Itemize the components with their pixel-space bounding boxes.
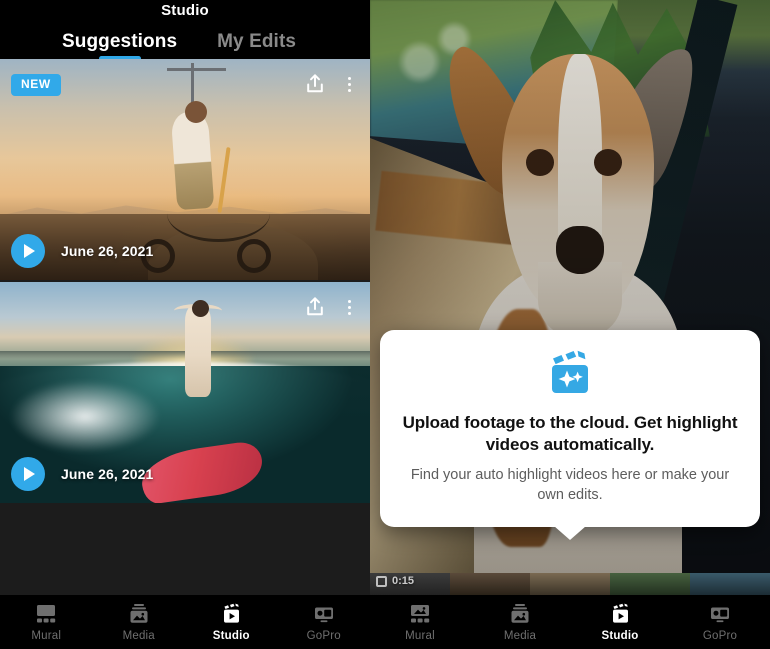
right-screen: 0:15 Upload footage to the cloud. Get hi… (370, 0, 770, 649)
suggestions-list: NEW June 26, 2021 June 26, 2021 (0, 59, 370, 595)
nav-label-studio: Studio (212, 629, 250, 642)
header: Studio Suggestions My Edits (0, 0, 370, 61)
studio-clapperboard-icon (224, 603, 240, 623)
nav-item-media[interactable]: Media (93, 603, 186, 642)
mural-collage-icon (411, 604, 430, 622)
left-screen: Studio Suggestions My Edits NEW June 26,… (0, 0, 370, 649)
nav-item-gopro[interactable]: GoPro (670, 603, 770, 642)
nav-item-gopro[interactable]: GoPro (278, 603, 371, 642)
new-badge: NEW (11, 74, 61, 96)
card-date: June 26, 2021 (61, 243, 154, 259)
nav-item-media[interactable]: Media (470, 603, 570, 642)
play-icon[interactable] (11, 234, 45, 268)
filmstrip (370, 573, 770, 595)
clip-duration-label: 0:15 (392, 575, 415, 587)
card-actions (305, 73, 356, 95)
card-footer: June 26, 2021 (11, 234, 153, 268)
card-actions (305, 296, 356, 318)
card-date: June 26, 2021 (61, 466, 154, 482)
studio-clapperboard-sparkle-icon (402, 350, 738, 398)
card-footer: June 26, 2021 (11, 457, 153, 491)
nav-item-mural[interactable]: Mural (370, 603, 470, 642)
nav-label-gopro: GoPro (306, 629, 341, 642)
nav-label-studio: Studio (601, 629, 639, 642)
gopro-camera-icon (314, 607, 333, 622)
bottom-navigation: Mural Media Studio GoPro (0, 595, 370, 649)
tab-suggestions[interactable]: Suggestions (62, 30, 178, 61)
play-icon[interactable] (11, 457, 45, 491)
bottom-navigation: Mural Media Studio GoPro (370, 595, 770, 649)
clip-duration: 0:15 (376, 575, 414, 587)
more-vertical-icon[interactable] (343, 297, 356, 318)
media-stack-icon (511, 603, 529, 623)
nav-label-media: Media (122, 629, 155, 642)
tab-my-edits[interactable]: My Edits (217, 30, 296, 59)
tab-my-edits-label: My Edits (217, 31, 297, 52)
nav-item-mural[interactable]: Mural (0, 603, 93, 642)
share-upload-icon[interactable] (305, 73, 325, 95)
media-stack-icon (130, 603, 148, 623)
suggestion-card[interactable]: NEW June 26, 2021 (0, 59, 370, 280)
nav-item-studio[interactable]: Studio (185, 603, 278, 642)
studio-clapperboard-icon (613, 603, 628, 623)
page-title: Studio (161, 2, 209, 19)
app-root: Studio Suggestions My Edits NEW June 26,… (0, 0, 770, 649)
nav-label-gopro: GoPro (702, 629, 738, 642)
list-empty-space (0, 503, 370, 595)
nav-label-media: Media (503, 629, 537, 642)
mural-collage-icon (37, 604, 56, 622)
nav-item-studio[interactable]: Studio (570, 603, 670, 642)
tooltip-body: Find your auto highlight videos here or … (410, 467, 730, 503)
gopro-camera-icon (711, 607, 729, 622)
tab-bar: Suggestions My Edits (0, 21, 370, 61)
dog-in-car-photo[interactable]: 0:15 Upload footage to the cloud. Get hi… (370, 0, 770, 595)
share-upload-icon[interactable] (305, 296, 325, 318)
suggestion-card[interactable]: June 26, 2021 (0, 282, 370, 503)
nav-label-mural: Mural (31, 629, 62, 642)
nav-label-mural: Mural (405, 629, 435, 642)
video-clip-icon (376, 575, 387, 587)
tooltip-title: Upload footage to the cloud. Get highlig… (402, 413, 738, 454)
tab-suggestions-label: Suggestions (62, 31, 178, 52)
onboarding-tooltip[interactable]: Upload footage to the cloud. Get highlig… (380, 330, 760, 527)
more-vertical-icon[interactable] (343, 74, 356, 95)
